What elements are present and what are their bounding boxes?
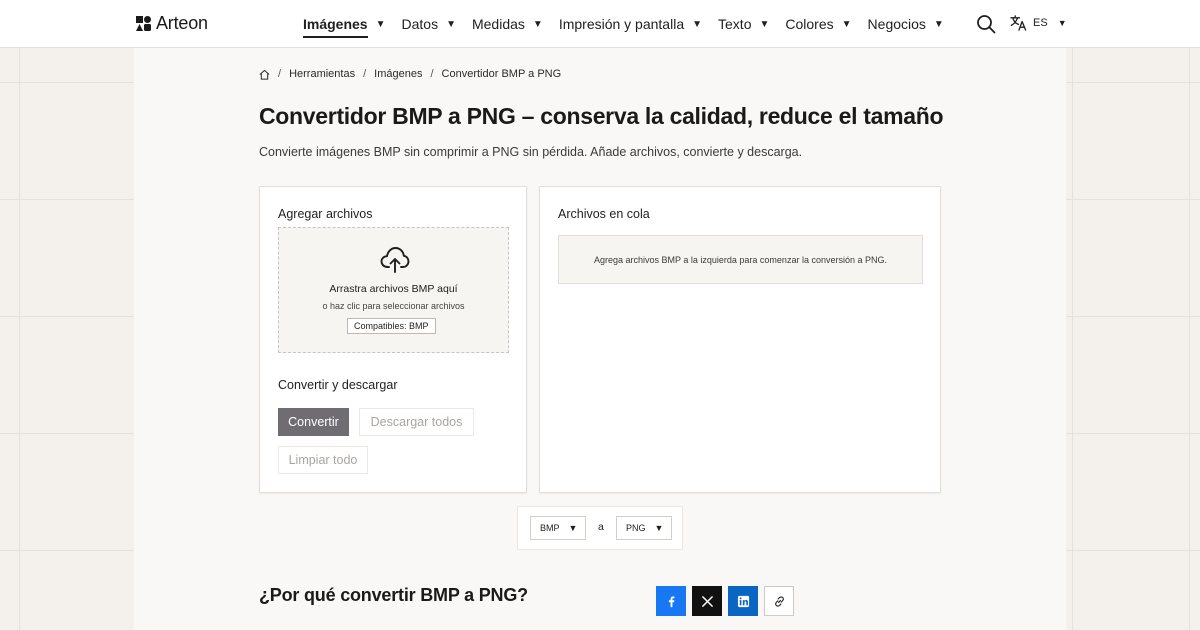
breadcrumb: / Herramientas / Imágenes / Convertidor … <box>259 68 561 80</box>
nav-item-negocios[interactable]: Negocios ▼ <box>868 16 944 32</box>
upload-card-title: Agregar archivos <box>278 207 373 221</box>
dropzone-main-text: Arrastra archivos BMP aquí <box>329 283 458 295</box>
chevron-down-icon: ▼ <box>759 18 770 30</box>
queue-card: Archivos en cola Agrega archivos BMP a l… <box>539 186 941 493</box>
main-nav: Imágenes ▼ Datos ▼ Medidas ▼ Impresión y… <box>303 0 960 48</box>
home-icon[interactable] <box>259 69 270 80</box>
nav-label: Colores <box>785 16 834 32</box>
nav-label: Impresión y pantalla <box>558 16 685 32</box>
translate-icon <box>1010 15 1027 31</box>
nav-label: Medidas <box>471 16 525 32</box>
clear-all-button[interactable]: Limpiar todo <box>278 446 368 474</box>
x-icon <box>701 595 713 607</box>
queue-card-title: Archivos en cola <box>558 207 650 221</box>
chevron-down-icon: ▼ <box>375 18 386 30</box>
file-dropzone[interactable]: Arrastra archivos BMP aquí o haz clic pa… <box>278 227 509 353</box>
facebook-icon <box>668 595 674 607</box>
actions-title: Convertir y descargar <box>278 378 398 392</box>
main-content: / Herramientas / Imágenes / Convertidor … <box>134 48 1066 630</box>
nav-item-imagenes[interactable]: Imágenes ▼ <box>303 16 386 38</box>
chevron-down-icon: ▼ <box>532 18 543 30</box>
queue-empty-state: Agrega archivos BMP a la izquierda para … <box>558 235 923 284</box>
nav-item-impresion-y-pantalla[interactable]: Impresión y pantalla ▼ <box>559 16 702 32</box>
chevron-down-icon: ▼ <box>841 18 852 30</box>
nav-label: Negocios <box>867 16 926 32</box>
nav-item-colores[interactable]: Colores ▼ <box>785 16 851 32</box>
breadcrumb-item-current: Convertidor BMP a PNG <box>441 68 562 80</box>
chevron-down-icon: ▼ <box>933 18 944 30</box>
language-selector[interactable]: ES ▼ <box>1010 14 1067 31</box>
source-format-value: BMP <box>540 523 560 533</box>
logo-text: Arteon <box>156 13 208 33</box>
convert-button[interactable]: Convertir <box>278 408 349 436</box>
page-title: Convertidor BMP a PNG – conserva la cali… <box>259 103 944 129</box>
download-all-button[interactable]: Descargar todos <box>359 408 474 436</box>
queue-empty-text: Agrega archivos BMP a la izquierda para … <box>594 254 887 265</box>
target-format-value: PNG <box>626 523 646 533</box>
nav-item-datos[interactable]: Datos ▼ <box>402 16 456 32</box>
format-separator: a <box>598 521 604 533</box>
link-icon <box>774 595 784 607</box>
nav-item-medidas[interactable]: Medidas ▼ <box>472 16 543 32</box>
share-facebook-button[interactable] <box>656 586 686 616</box>
breadcrumb-separator: / <box>278 68 282 80</box>
breadcrumb-separator: / <box>363 68 367 80</box>
format-selector-bar: BMP ▼ a PNG ▼ <box>517 506 683 550</box>
logo[interactable]: Arteon <box>136 13 208 34</box>
chevron-down-icon: ▼ <box>568 523 578 533</box>
nav-label: Texto <box>718 16 752 32</box>
page-subtitle: Convierte imágenes BMP sin comprimir a P… <box>259 145 803 159</box>
dropzone-sub-text: o haz clic para seleccionar archivos <box>322 301 465 311</box>
nav-label: Datos <box>401 16 439 32</box>
nav-item-texto[interactable]: Texto ▼ <box>718 16 769 32</box>
top-navigation-bar: Arteon Imágenes ▼ Datos ▼ Medidas ▼ Impr… <box>0 0 1200 48</box>
chevron-down-icon: ▼ <box>692 18 703 30</box>
share-linkedin-button[interactable] <box>728 586 758 616</box>
search-icon[interactable] <box>976 14 996 34</box>
cloud-upload-icon <box>380 247 410 273</box>
chevron-down-icon: ▼ <box>1057 17 1067 28</box>
breadcrumb-item-imagenes[interactable]: Imágenes <box>374 68 422 80</box>
chevron-down-icon: ▼ <box>446 18 456 30</box>
chevron-down-icon: ▼ <box>654 523 664 533</box>
language-code: ES <box>1033 16 1048 29</box>
logo-icon <box>136 16 151 31</box>
breadcrumb-separator: / <box>430 68 434 80</box>
supported-formats-badge: Compatibles: BMP <box>347 318 436 334</box>
target-format-select[interactable]: PNG ▼ <box>616 516 672 540</box>
source-format-select[interactable]: BMP ▼ <box>530 516 586 540</box>
linkedin-icon <box>737 595 749 607</box>
nav-label: Imágenes <box>303 16 368 32</box>
breadcrumb-item-herramientas[interactable]: Herramientas <box>289 68 355 80</box>
share-x-button[interactable] <box>692 586 722 616</box>
why-section-title: ¿Por qué convertir BMP a PNG? <box>259 585 528 605</box>
copy-link-button[interactable] <box>764 586 794 616</box>
upload-card: Agregar archivos Arrastra archivos BMP a… <box>259 186 527 493</box>
